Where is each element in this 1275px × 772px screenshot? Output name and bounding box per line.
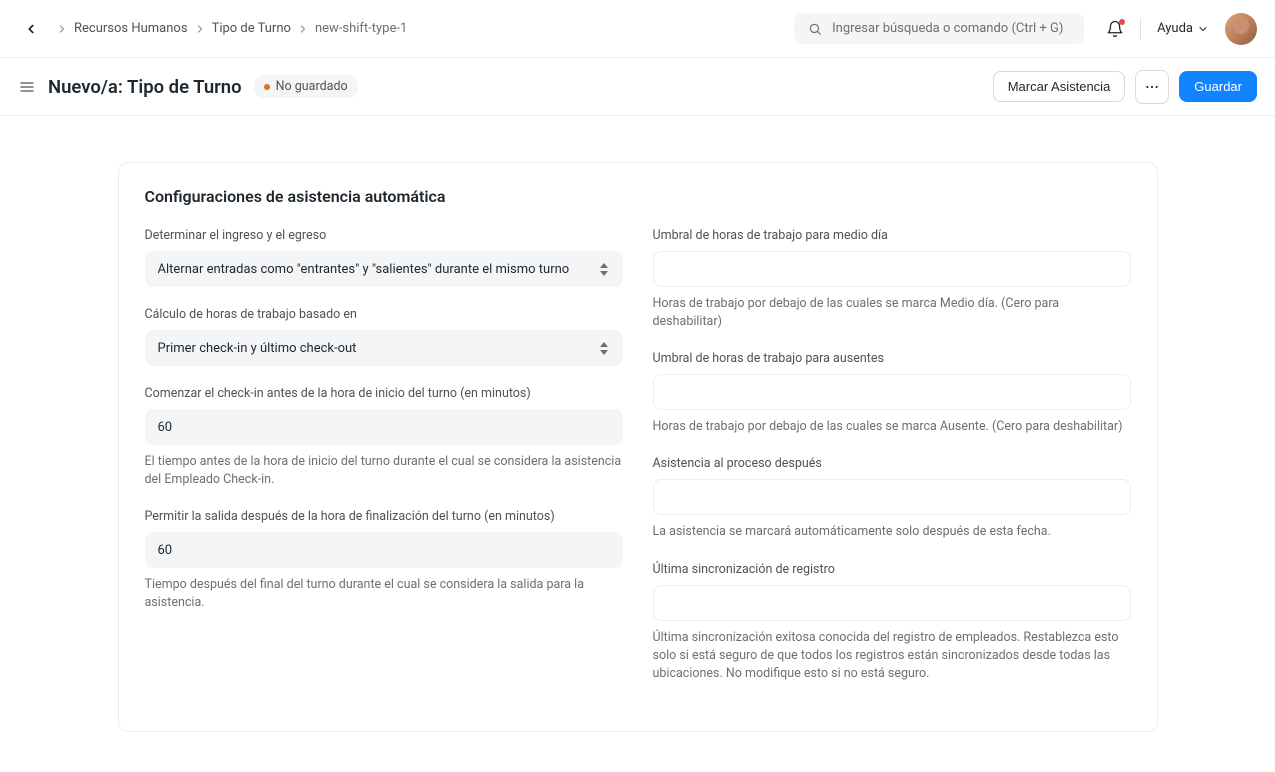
last-sync-help: Última sincronización exitosa conocida d…	[653, 629, 1131, 683]
allow-after-input[interactable]: 60	[145, 532, 623, 568]
breadcrumb-item-shift-type[interactable]: Tipo de Turno	[212, 21, 291, 36]
search-input[interactable]: Ingresar búsqueda o comando (Ctrl + G)	[794, 13, 1084, 44]
half-day-threshold-input[interactable]	[653, 251, 1131, 287]
begin-before-label: Comenzar el check-in antes de la hora de…	[145, 386, 623, 401]
determine-checkin-label: Determinar el ingreso y el egreso	[145, 228, 623, 243]
absent-threshold-input[interactable]	[653, 374, 1131, 410]
chevron-right-icon	[194, 23, 206, 35]
process-after-input[interactable]	[653, 479, 1131, 515]
calc-hours-label: Cálculo de horas de trabajo basado en	[145, 307, 623, 322]
breadcrumb-item-current: new-shift-type-1	[315, 21, 407, 36]
allow-after-value: 60	[158, 543, 173, 558]
process-after-help: La asistencia se marcará automáticamente…	[653, 523, 1131, 541]
back-button[interactable]	[18, 16, 44, 42]
save-button[interactable]: Guardar	[1179, 71, 1257, 102]
allow-after-label: Permitir la salida después de la hora de…	[145, 509, 623, 524]
page-title: Nuevo/a: Tipo de Turno	[48, 76, 242, 98]
select-caret-icon	[598, 340, 610, 356]
last-sync-input[interactable]	[653, 585, 1131, 621]
chevron-down-icon	[1197, 23, 1209, 35]
breadcrumb-item-hr[interactable]: Recursos Humanos	[74, 21, 188, 36]
half-day-threshold-label: Umbral de horas de trabajo para medio dí…	[653, 228, 1131, 243]
select-caret-icon	[598, 261, 610, 277]
allow-after-help: Tiempo después del final del turno duran…	[145, 576, 623, 612]
breadcrumb: Recursos Humanos Tipo de Turno new-shift…	[56, 21, 407, 36]
begin-before-help: El tiempo antes de la hora de inicio del…	[145, 453, 623, 489]
more-menu-button[interactable]	[1135, 70, 1169, 104]
chevron-right-icon	[56, 23, 68, 35]
notifications-button[interactable]	[1106, 20, 1124, 38]
status-text: No guardado	[276, 79, 348, 94]
begin-before-input[interactable]: 60	[145, 409, 623, 445]
absent-threshold-label: Umbral de horas de trabajo para ausentes	[653, 351, 1131, 366]
process-after-label: Asistencia al proceso después	[653, 456, 1131, 471]
notification-dot	[1119, 19, 1125, 25]
calc-hours-value: Primer check-in y último check-out	[158, 341, 590, 356]
last-sync-label: Última sincronización de registro	[653, 562, 1131, 577]
half-day-threshold-help: Horas de trabajo por debajo de las cuale…	[653, 295, 1131, 331]
avatar[interactable]	[1225, 13, 1257, 45]
section-title: Configuraciones de asistencia automática	[145, 187, 1131, 206]
divider	[1140, 18, 1141, 40]
auto-attendance-section: Configuraciones de asistencia automática…	[118, 162, 1158, 732]
begin-before-value: 60	[158, 420, 173, 435]
status-dot	[264, 84, 270, 90]
chevron-right-icon	[297, 23, 309, 35]
calc-hours-select[interactable]: Primer check-in y último check-out	[145, 330, 623, 366]
search-icon	[808, 22, 822, 36]
determine-checkin-value: Alternar entradas como "entrantes" y "sa…	[158, 262, 590, 277]
status-badge: No guardado	[254, 75, 358, 98]
help-label: Ayuda	[1157, 21, 1193, 36]
search-placeholder: Ingresar búsqueda o comando (Ctrl + G)	[832, 21, 1063, 36]
help-dropdown[interactable]: Ayuda	[1157, 21, 1209, 36]
absent-threshold-help: Horas de trabajo por debajo de las cuale…	[653, 418, 1131, 436]
menu-icon[interactable]	[18, 79, 36, 95]
mark-attendance-button[interactable]: Marcar Asistencia	[993, 71, 1126, 102]
determine-checkin-select[interactable]: Alternar entradas como "entrantes" y "sa…	[145, 251, 623, 287]
